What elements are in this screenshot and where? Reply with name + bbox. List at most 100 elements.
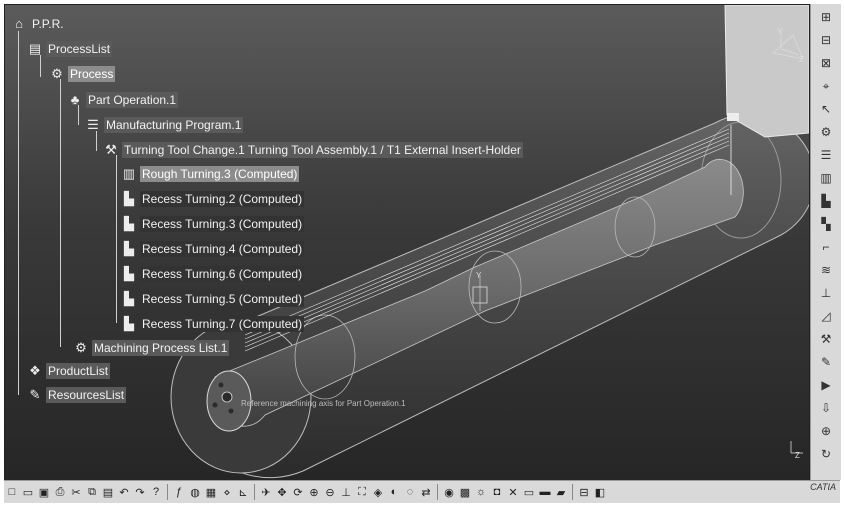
output-icon[interactable]: ⇩ xyxy=(815,398,837,418)
program-icon: ☰ xyxy=(87,117,99,132)
cut-icon[interactable]: ✂ xyxy=(69,484,83,500)
tree-node-operation[interactable]: ▙ Recess Turning.6 (Computed) xyxy=(121,265,305,283)
tree-node-label: Part Operation.1 xyxy=(86,92,179,108)
machine-icon[interactable]: ⚒ xyxy=(815,329,837,349)
light-icon[interactable]: ☼ xyxy=(474,484,488,500)
redo-icon[interactable]: ↷ xyxy=(133,484,147,500)
tree-node-operation[interactable]: ▙ Recess Turning.5 (Computed) xyxy=(121,290,305,308)
undo-icon[interactable]: ↶ xyxy=(117,484,131,500)
tools-icon[interactable]: ✕ xyxy=(506,484,520,500)
bottom-toolbar: □ ▭ ▣ ⎙ ✂ ⧉ ▤ ↶ ↷ ? ƒ ◍ ▦ ⋄ ⊾ ✈ ✥ ⟳ ⊕ ⊖ … xyxy=(4,480,840,503)
render-icon[interactable]: ◉ xyxy=(442,484,456,500)
cycle-icon[interactable]: ↻ xyxy=(815,444,837,464)
rotate-icon[interactable]: ⟳ xyxy=(291,484,305,500)
3d-viewport[interactable]: Y Z Y Z Reference machining axis for Par… xyxy=(4,4,810,482)
part-axis-label: Y xyxy=(476,271,482,280)
tree-line xyxy=(18,31,19,395)
recess-icon[interactable]: ▙ xyxy=(815,191,837,211)
select-icon[interactable]: ↖ xyxy=(815,99,837,119)
catalog-icon[interactable]: ◍ xyxy=(188,484,202,500)
recess-turning-icon: ▙ xyxy=(124,266,134,281)
operation-label: Recess Turning.3 (Computed) xyxy=(140,216,305,232)
tool-icon[interactable]: ✎ xyxy=(815,352,837,372)
part-operation-icon: ♣ xyxy=(70,92,80,107)
measure-icon[interactable]: ⊞ xyxy=(815,7,837,27)
tree-node-label: ProductList xyxy=(46,363,111,379)
recess-turning-icon: ▙ xyxy=(124,291,134,306)
resources-list-icon: ✎ xyxy=(29,387,41,402)
toolbar-separator xyxy=(254,484,255,500)
tree-node-machining-process-list[interactable]: ⚙ Machining Process List.1 xyxy=(73,339,230,357)
profile-icon[interactable]: ⌐ xyxy=(815,237,837,257)
material-icon[interactable]: ▩ xyxy=(458,484,472,500)
tree-node-operation[interactable]: ▙ Recess Turning.7 (Computed) xyxy=(121,315,305,333)
nc-icon[interactable]: ⊕ xyxy=(815,421,837,441)
tree-node-resources-list[interactable]: ✎ ResourcesList xyxy=(27,386,127,404)
recess-turning-icon: ▙ xyxy=(124,191,134,206)
tree-node-process[interactable]: ⚙ Process xyxy=(49,65,116,83)
properties-icon[interactable]: ◧ xyxy=(593,484,607,500)
normal-view-icon[interactable]: ⊥ xyxy=(339,484,353,500)
fit-icon[interactable]: ⛶ xyxy=(355,484,369,500)
display-icon[interactable]: ▭ xyxy=(522,484,536,500)
sketch-icon[interactable]: ⊠ xyxy=(815,53,837,73)
drill-icon[interactable]: ⊥ xyxy=(815,283,837,303)
tree-node-operation[interactable]: ▙ Recess Turning.3 (Computed) xyxy=(121,215,305,233)
operation-label: Rough Turning.3 (Computed) xyxy=(140,166,300,182)
capture-icon[interactable]: ◘ xyxy=(490,484,504,500)
tree-line xyxy=(96,131,97,151)
operation-label: Recess Turning.7 (Computed) xyxy=(140,316,305,332)
process-list-icon: ▤ xyxy=(28,41,42,56)
tree-node-label: ProcessList xyxy=(46,41,113,57)
tree-node-operation[interactable]: ▙ Recess Turning.4 (Computed) xyxy=(121,240,305,258)
tree-node-label: ResourcesList xyxy=(46,387,127,403)
swap-icon[interactable]: ⇄ xyxy=(419,484,433,500)
tree-node-operation[interactable]: ▙ Recess Turning.2 (Computed) xyxy=(121,190,305,208)
operation-label: Recess Turning.6 (Computed) xyxy=(140,266,305,282)
pan-icon[interactable]: ✥ xyxy=(275,484,289,500)
tree-node-part-operation[interactable]: ♣ Part Operation.1 xyxy=(67,91,179,109)
paste-icon[interactable]: ▤ xyxy=(101,484,115,500)
open-icon[interactable]: ▭ xyxy=(21,484,35,500)
sketch-icon[interactable]: ⊟ xyxy=(815,30,837,50)
zoom-out-icon[interactable]: ⊖ xyxy=(323,484,337,500)
tree-node-operation[interactable]: ▥ Rough Turning.3 (Computed) xyxy=(121,165,300,183)
tree-node-label: Turning Tool Change.1 Turning Tool Assem… xyxy=(122,142,523,158)
recess-turning-icon: ▙ xyxy=(124,216,134,231)
thread-icon[interactable]: ≋ xyxy=(815,260,837,280)
mode-icon[interactable]: ▬ xyxy=(538,484,552,500)
iso-view-icon[interactable]: ◈ xyxy=(371,484,385,500)
hide-icon[interactable]: ◌ xyxy=(403,484,417,500)
ramp-icon[interactable]: ◿ xyxy=(815,306,837,326)
tree-node-tool-change[interactable]: ⚒ Turning Tool Change.1 Turning Tool Ass… xyxy=(103,141,523,159)
list-icon[interactable]: ☰ xyxy=(815,145,837,165)
new-icon[interactable]: □ xyxy=(5,484,19,500)
simulate-icon[interactable]: ▶ xyxy=(815,375,837,395)
tree-root-ppr[interactable]: ⌂ P.P.R. xyxy=(11,15,66,33)
tree-node-manufacturing-program[interactable]: ☰ Manufacturing Program.1 xyxy=(85,116,244,134)
recess-turning-icon: ▙ xyxy=(124,241,134,256)
print-icon[interactable]: ⎙ xyxy=(53,484,67,500)
tree-node-label: Manufacturing Program.1 xyxy=(104,117,244,133)
formula-icon[interactable]: ƒ xyxy=(172,484,186,500)
snap-icon[interactable]: ⋄ xyxy=(220,484,234,500)
shading-icon[interactable]: ◐ xyxy=(387,484,401,500)
analysis-icon[interactable]: ⌖ xyxy=(815,76,837,96)
tree-node-product-list[interactable]: ❖ ProductList xyxy=(27,362,111,380)
fly-icon[interactable]: ✈ xyxy=(259,484,273,500)
filter-icon[interactable]: ⊟ xyxy=(577,484,591,500)
zoom-in-icon[interactable]: ⊕ xyxy=(307,484,321,500)
tree-node-process-list[interactable]: ▤ ProcessList xyxy=(27,40,113,58)
rough-icon[interactable]: ▥ xyxy=(815,168,837,188)
grid-icon[interactable]: ▦ xyxy=(204,484,218,500)
product-list-icon: ❖ xyxy=(29,363,41,378)
save-icon[interactable]: ▣ xyxy=(37,484,51,500)
measure-icon[interactable]: ⊾ xyxy=(236,484,250,500)
reference-axis-note: Reference machining axis for Part Operat… xyxy=(241,399,406,408)
help-icon[interactable]: ? xyxy=(149,484,163,500)
copy-icon[interactable]: ⧉ xyxy=(85,484,99,500)
tree-line xyxy=(60,79,61,347)
operation-icon[interactable]: ⚙ xyxy=(815,122,837,142)
layer-icon[interactable]: ▰ xyxy=(554,484,568,500)
groove-icon[interactable]: ▚ xyxy=(815,214,837,234)
